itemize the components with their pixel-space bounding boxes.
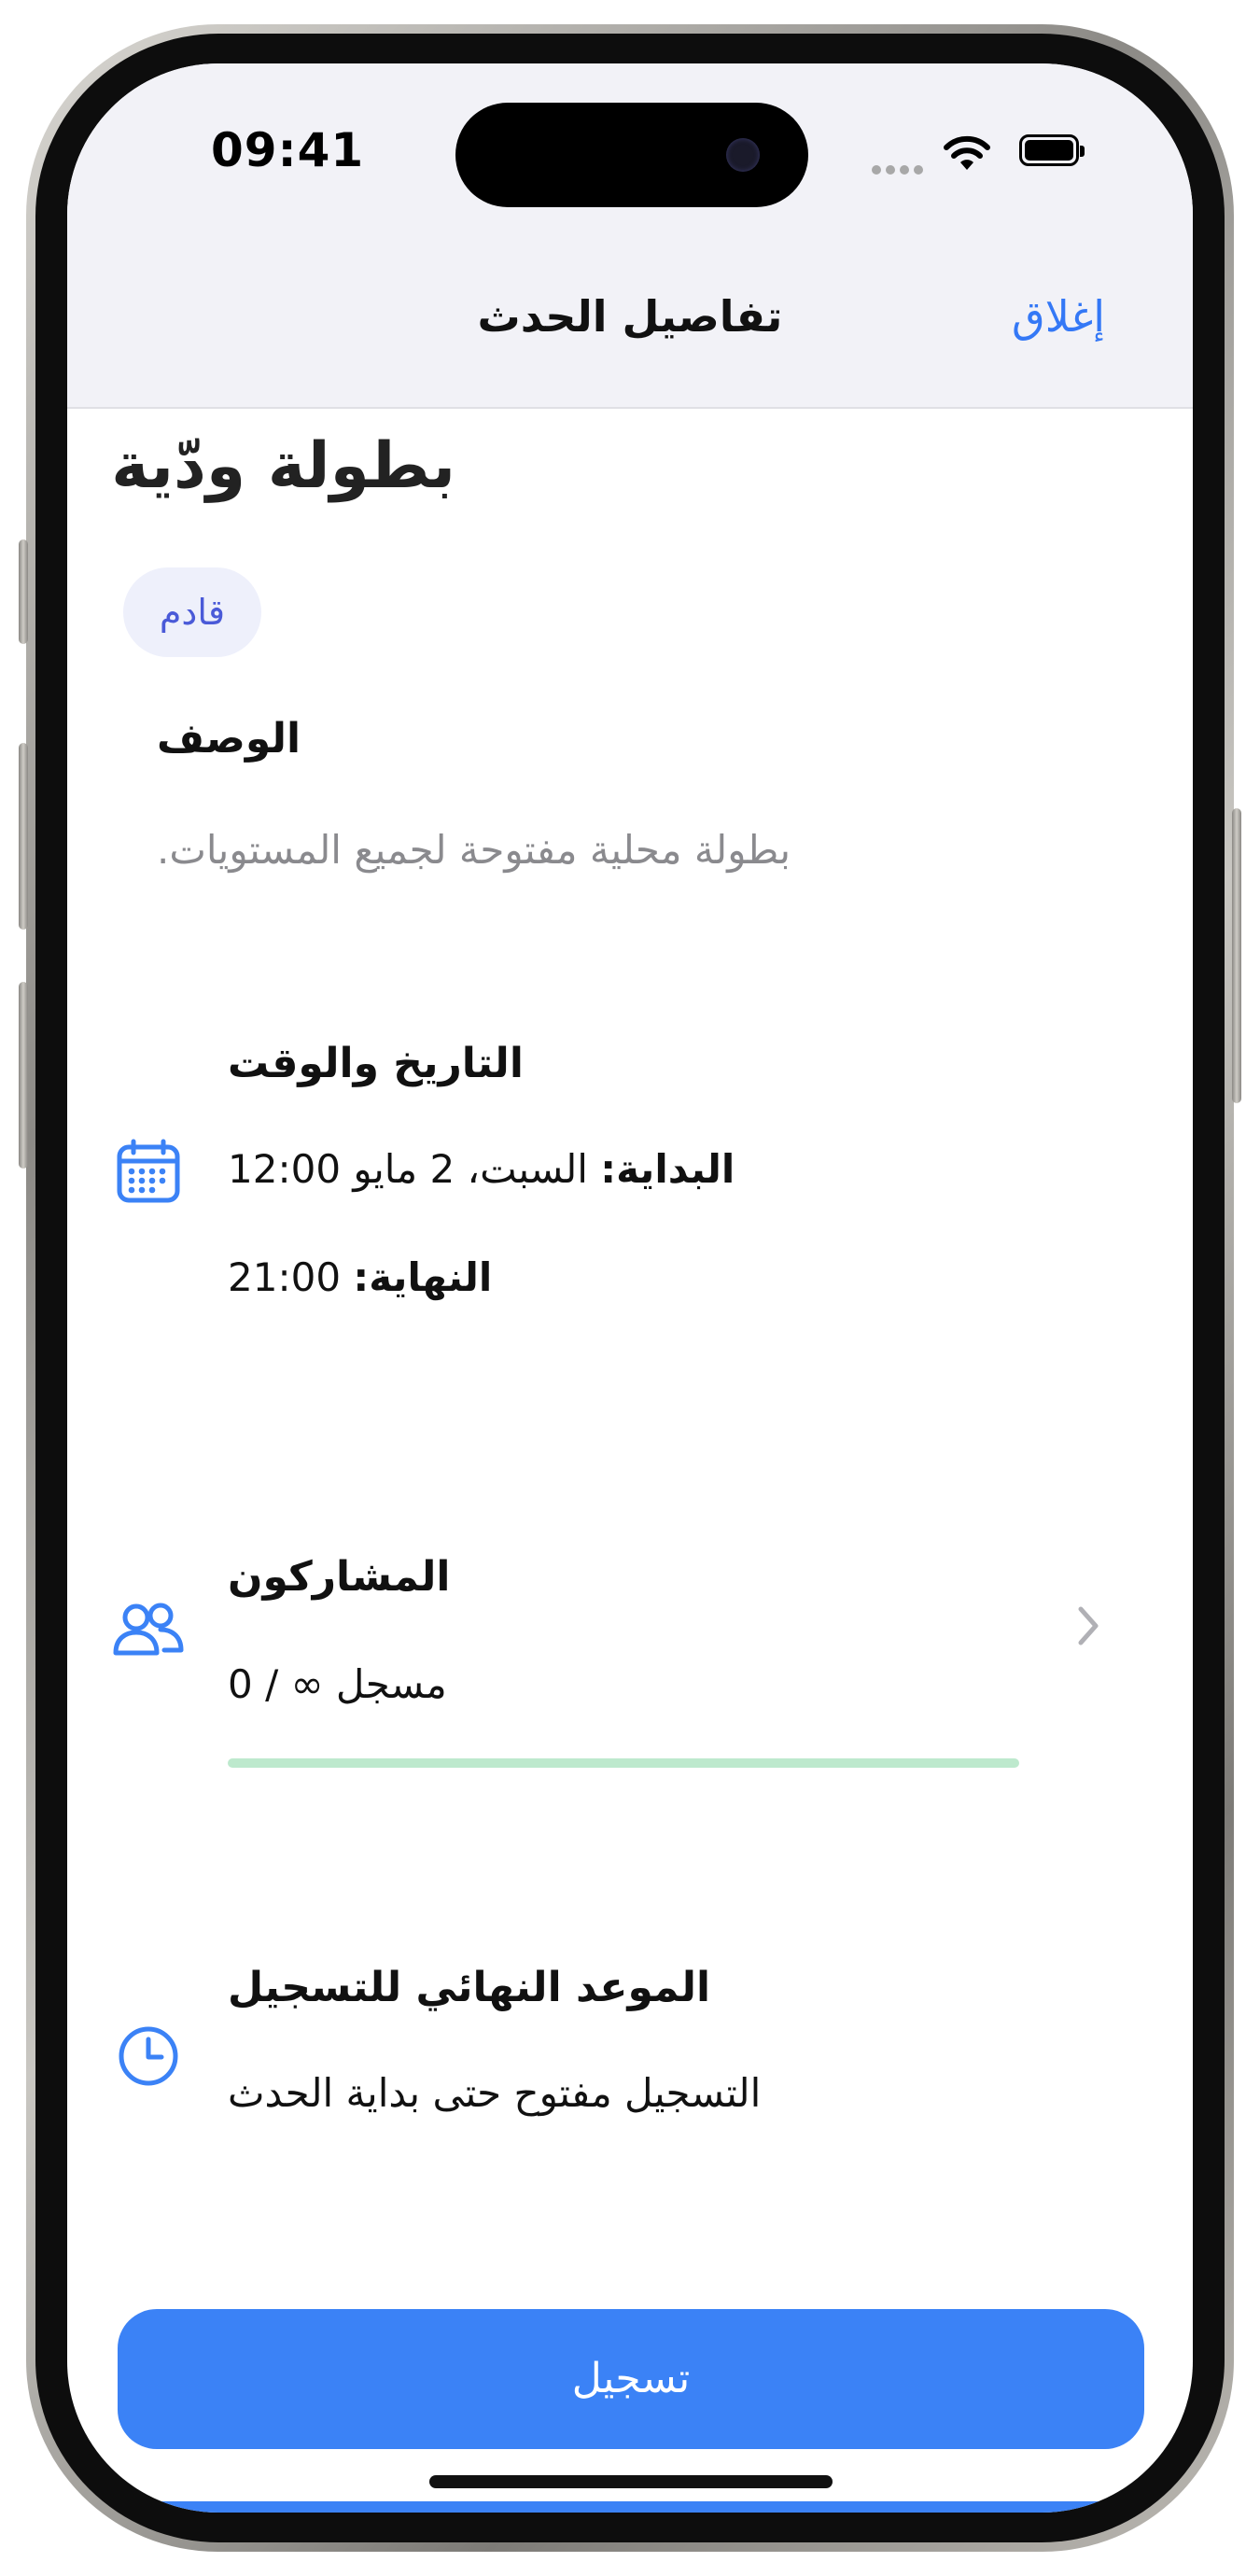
status-badge: قادم bbox=[123, 567, 261, 657]
participants-label: المشاركون bbox=[228, 1553, 451, 1601]
start-value: السبت، 2 مايو 12:00 bbox=[228, 1146, 601, 1192]
camera-icon bbox=[726, 138, 760, 172]
side-button bbox=[1232, 808, 1241, 1103]
deadline-text: التسجيل مفتوح حتى بداية الحدث bbox=[228, 2070, 762, 2116]
deadline-label: الموعد النهائي للتسجيل bbox=[228, 1964, 711, 2011]
people-icon bbox=[113, 1603, 184, 1656]
datetime-label: التاريخ والوقت bbox=[228, 1040, 524, 1087]
description-text: بطولة محلية مفتوحة لجميع المستويات. bbox=[157, 827, 791, 873]
battery-icon bbox=[1019, 134, 1085, 166]
screen: 09:41 تفاصيل الحدث إغلاق بطولة ودّية قاد… bbox=[67, 63, 1193, 2513]
close-button[interactable]: إغلاق bbox=[1012, 291, 1105, 342]
action-button bbox=[19, 539, 28, 644]
bottom-bar bbox=[67, 2501, 1193, 2513]
status-time: 09:41 bbox=[211, 123, 365, 177]
event-title: بطولة ودّية bbox=[111, 429, 455, 503]
end-label: النهاية: bbox=[353, 1254, 493, 1300]
calendar-icon bbox=[117, 1139, 180, 1203]
start-label: البداية: bbox=[600, 1146, 735, 1192]
datetime-end: النهاية: 21:00 bbox=[228, 1254, 492, 1300]
clock-icon bbox=[119, 2026, 178, 2086]
signal-icon bbox=[872, 161, 928, 178]
register-button[interactable]: تسجيل bbox=[118, 2309, 1144, 2449]
wifi-icon bbox=[944, 135, 990, 170]
datetime-start: البداية: السبت، 2 مايو 12:00 bbox=[228, 1146, 735, 1192]
participants-count: مسجل ∞ / 0 bbox=[228, 1661, 447, 1707]
description-label: الوصف bbox=[157, 715, 301, 763]
volume-up-button bbox=[19, 743, 28, 930]
home-indicator[interactable] bbox=[429, 2475, 833, 2488]
participants-progress-bar bbox=[228, 1758, 1019, 1768]
end-value: 21:00 bbox=[228, 1254, 354, 1300]
volume-down-button bbox=[19, 982, 28, 1169]
chevron-right-icon[interactable] bbox=[1075, 1603, 1101, 1648]
